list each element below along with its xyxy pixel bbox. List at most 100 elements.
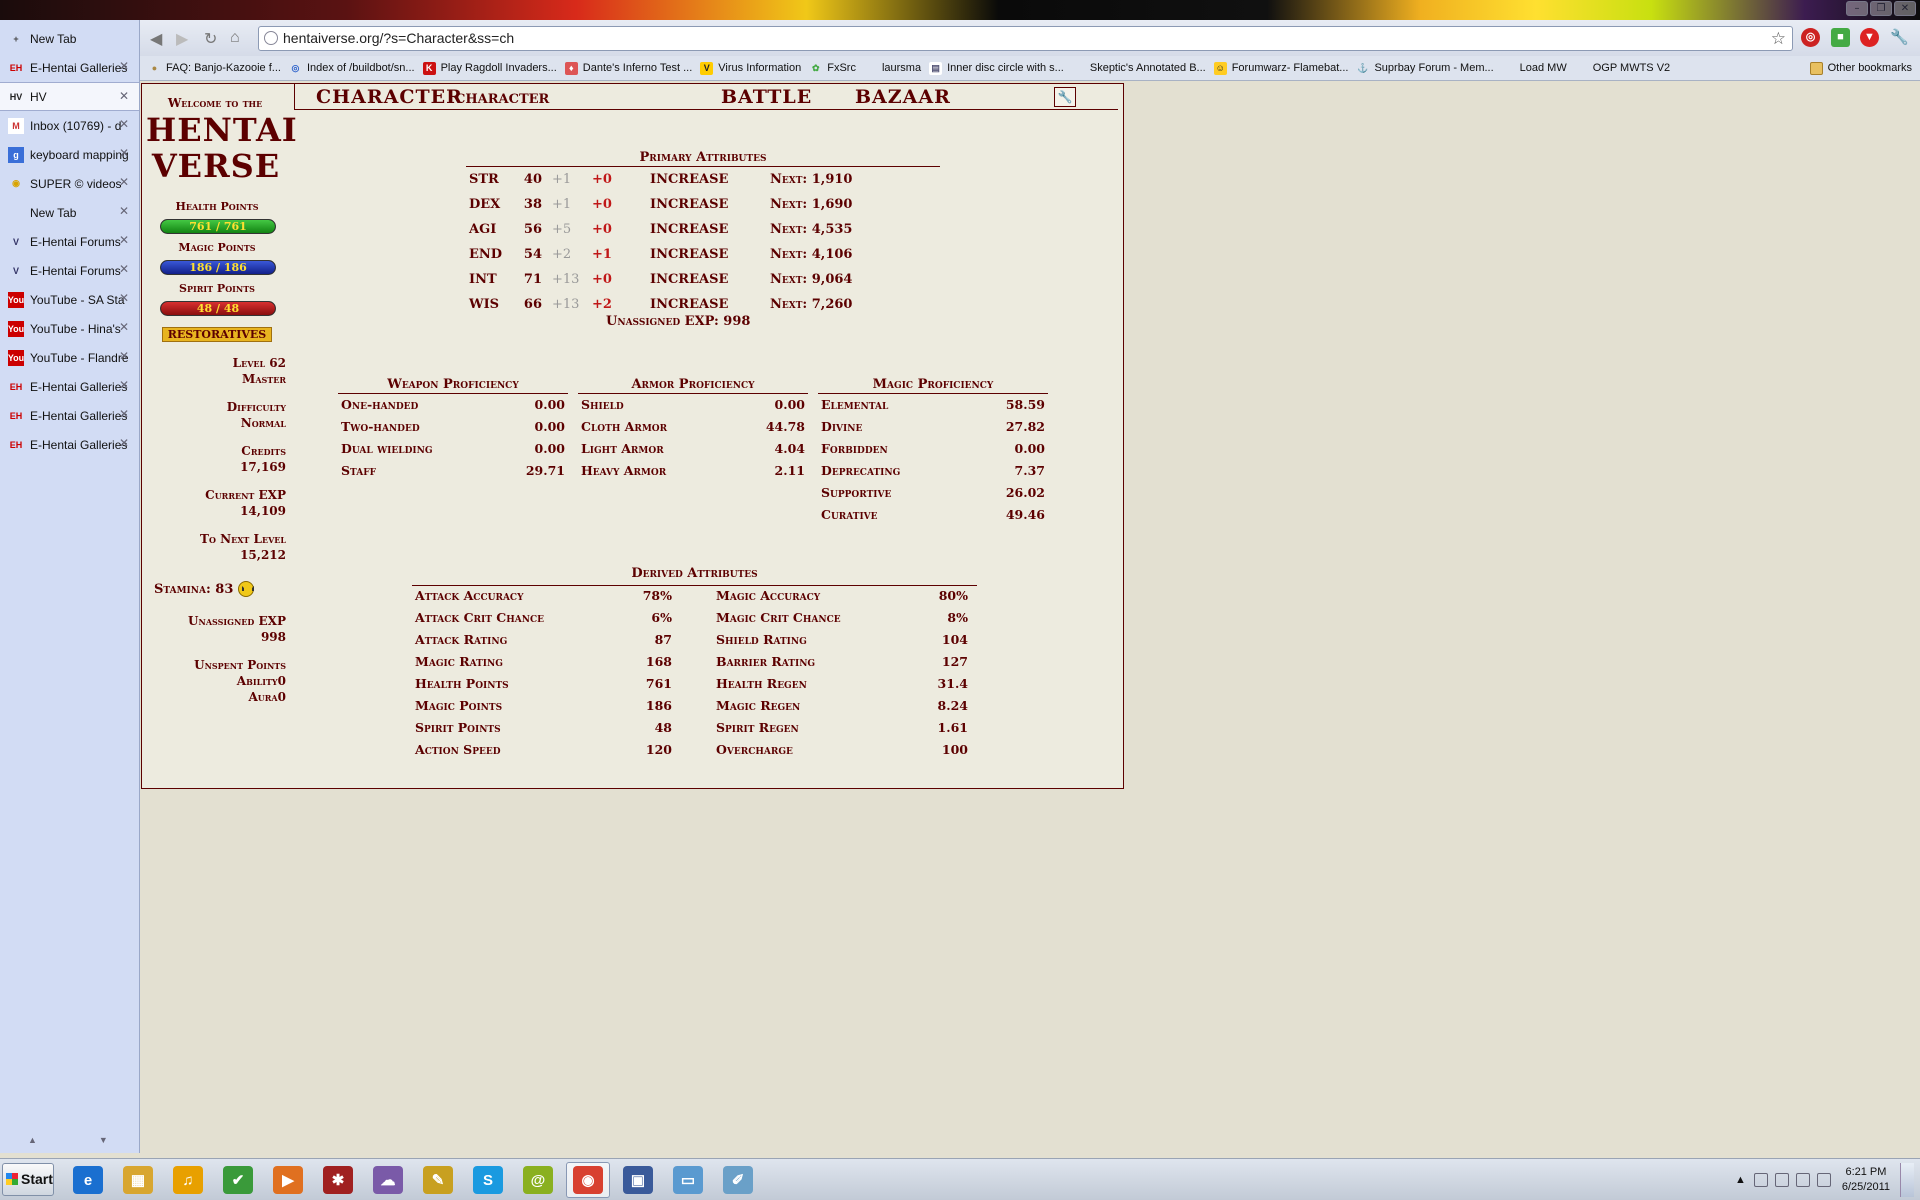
wrench-menu-icon[interactable]: 🔧 bbox=[1890, 28, 1909, 47]
tray-signal-icon[interactable] bbox=[1795, 1173, 1810, 1187]
taskbar-app-button[interactable]: ◉ bbox=[566, 1162, 610, 1198]
close-tab-icon[interactable]: ✕ bbox=[119, 436, 129, 450]
close-tab-icon[interactable]: ✕ bbox=[119, 59, 129, 73]
extension-red-shield-icon[interactable]: ▼ bbox=[1860, 28, 1879, 47]
clock[interactable]: 6:21 PM 6/25/2011 bbox=[1842, 1165, 1890, 1195]
attribute-bonus: +1 bbox=[592, 247, 612, 262]
taskbar-app-button[interactable]: ▦ bbox=[116, 1162, 160, 1198]
show-desktop-button[interactable] bbox=[1900, 1163, 1914, 1197]
close-tab-icon[interactable]: ✕ bbox=[119, 262, 129, 276]
attribute-next-cost: Next: 1,910 bbox=[770, 172, 853, 187]
forward-icon[interactable]: ▶ bbox=[176, 29, 188, 49]
back-icon[interactable]: ◀ bbox=[150, 29, 162, 49]
sidebar-tab[interactable]: HV HV ✕ bbox=[0, 82, 139, 111]
sidebar-tab[interactable]: New Tab ✕ bbox=[0, 198, 139, 227]
increase-button[interactable]: INCREASE bbox=[650, 197, 728, 212]
taskbar-app-button[interactable]: ♫ bbox=[166, 1162, 210, 1198]
adblock-extension-icon[interactable]: ◎ bbox=[1801, 28, 1820, 47]
scroll-up-icon[interactable]: ▲ bbox=[28, 1135, 37, 1145]
close-tab-icon[interactable]: ✕ bbox=[119, 175, 129, 189]
close-window-icon[interactable]: ✕ bbox=[1894, 1, 1916, 16]
minimize-icon[interactable]: – bbox=[1846, 1, 1868, 16]
close-tab-icon[interactable]: ✕ bbox=[119, 146, 129, 160]
tray-action-center-icon[interactable] bbox=[1774, 1173, 1789, 1187]
taskbar-app-button[interactable]: ▶ bbox=[266, 1162, 310, 1198]
menu-character[interactable]: CHARACTER bbox=[316, 86, 463, 108]
sidebar-tab[interactable]: You YouTube - Flandre ✕ bbox=[0, 343, 139, 372]
submenu-character[interactable]: CHARACTER bbox=[455, 92, 549, 107]
bookmark-item[interactable]: ✿ FxSrc bbox=[809, 62, 856, 75]
taskbar-app-button[interactable]: ✱ bbox=[316, 1162, 360, 1198]
taskbar-app-button[interactable]: ✔ bbox=[216, 1162, 260, 1198]
extension-green-icon[interactable]: ■ bbox=[1831, 28, 1850, 47]
derived-attributes-title: Derived Attributes bbox=[631, 566, 758, 581]
reload-icon[interactable]: ↻ bbox=[204, 29, 217, 49]
taskbar-app-button[interactable]: ✐ bbox=[716, 1162, 760, 1198]
maximize-icon[interactable]: ❐ bbox=[1870, 1, 1892, 16]
sidebar-tab[interactable]: V E-Hentai Forums ✕ bbox=[0, 256, 139, 285]
sidebar-tab[interactable]: V E-Hentai Forums ✕ bbox=[0, 227, 139, 256]
bookmark-item[interactable]: ⚓ Suprbay Forum - Mem... bbox=[1356, 62, 1493, 75]
sidebar-tab[interactable]: EH E-Hentai Galleries ✕ bbox=[0, 430, 139, 459]
sidebar-tab[interactable]: EH E-Hentai Galleries ✕ bbox=[0, 53, 139, 82]
taskbar-app-button[interactable]: S bbox=[466, 1162, 510, 1198]
derived-name-left: Magic Rating bbox=[415, 654, 503, 669]
bookmark-item[interactable]: ♦ Dante's Inferno Test ... bbox=[564, 61, 692, 75]
close-tab-icon[interactable]: ✕ bbox=[119, 378, 129, 392]
sidebar-tab[interactable]: You YouTube - SA Sta ✕ bbox=[0, 285, 139, 314]
close-tab-icon[interactable]: ✕ bbox=[119, 291, 129, 305]
increase-button[interactable]: INCREASE bbox=[650, 222, 728, 237]
other-bookmarks[interactable]: Other bookmarks bbox=[1809, 61, 1912, 75]
bookmark-item[interactable]: laursma bbox=[864, 62, 921, 75]
bookmark-item[interactable]: ▤ Inner disc circle with s... bbox=[929, 61, 1064, 75]
taskbar-app-button[interactable]: ▭ bbox=[666, 1162, 710, 1198]
sidebar-tab[interactable]: EH E-Hentai Galleries ✕ bbox=[0, 372, 139, 401]
bookmark-star-icon[interactable]: ☆ bbox=[1771, 27, 1786, 50]
bookmark-item[interactable]: OGP MWTS V2 bbox=[1575, 62, 1670, 75]
increase-button[interactable]: INCREASE bbox=[650, 297, 728, 312]
scroll-down-icon[interactable]: ▼ bbox=[99, 1135, 108, 1145]
bookmark-item[interactable]: ☺ Forumwarz- Flamebat... bbox=[1213, 61, 1348, 75]
tray-volume-icon[interactable] bbox=[1816, 1173, 1831, 1187]
start-button[interactable]: Start bbox=[2, 1163, 54, 1196]
home-icon[interactable]: ⌂ bbox=[230, 29, 240, 47]
close-tab-icon[interactable]: ✕ bbox=[119, 89, 129, 103]
taskbar-app-button[interactable]: ✎ bbox=[416, 1162, 460, 1198]
attribute-equip-bonus: +13 bbox=[552, 297, 580, 312]
tray-expand-icon[interactable]: ▲ bbox=[1735, 1174, 1746, 1186]
menu-battle[interactable]: BATTLE bbox=[721, 86, 812, 108]
sidebar-tab[interactable]: EH E-Hentai Galleries ✕ bbox=[0, 401, 139, 430]
start-label: Start bbox=[21, 1171, 53, 1187]
close-tab-icon[interactable]: ✕ bbox=[119, 320, 129, 334]
proficiency-value: 26.02 bbox=[1005, 485, 1045, 500]
sidebar-tab[interactable]: ◉ SUPER © videos ✕ bbox=[0, 169, 139, 198]
taskbar-app-button[interactable]: ▣ bbox=[616, 1162, 660, 1198]
close-tab-icon[interactable]: ✕ bbox=[119, 407, 129, 421]
increase-button[interactable]: INCREASE bbox=[650, 172, 728, 187]
sidebar-tab[interactable]: You YouTube - Hina's ✕ bbox=[0, 314, 139, 343]
sidebar-tab[interactable]: + New Tab bbox=[0, 24, 139, 53]
tray-network-icon[interactable] bbox=[1753, 1173, 1768, 1187]
increase-button[interactable]: INCREASE bbox=[650, 272, 728, 287]
restoratives-button[interactable]: RESTORATIVES bbox=[162, 327, 272, 342]
derived-attribute-row: Magic Points 186 Magic Regen 8.24 bbox=[412, 694, 977, 716]
sidebar-tab[interactable]: g keyboard mapping ✕ bbox=[0, 140, 139, 169]
close-tab-icon[interactable]: ✕ bbox=[119, 117, 129, 131]
bookmark-item[interactable]: Load MW bbox=[1502, 62, 1567, 75]
bookmark-item[interactable]: K Play Ragdoll Invaders... bbox=[422, 61, 557, 75]
bookmark-item[interactable]: ◎ Index of /buildbot/sn... bbox=[289, 62, 415, 75]
close-tab-icon[interactable]: ✕ bbox=[119, 233, 129, 247]
taskbar-app-button[interactable]: ☁ bbox=[366, 1162, 410, 1198]
address-bar[interactable]: hentaiverse.org/?s=Character&ss=ch ☆ bbox=[258, 26, 1793, 51]
increase-button[interactable]: INCREASE bbox=[650, 247, 728, 262]
menu-bazaar[interactable]: BAZAAR bbox=[855, 86, 951, 108]
sidebar-tab[interactable]: M Inbox (10769) - d ✕ bbox=[0, 111, 139, 140]
bookmark-item[interactable]: ● FAQ: Banjo-Kazooie f... bbox=[148, 62, 281, 75]
settings-wrench-icon[interactable]: 🔧 bbox=[1054, 87, 1076, 107]
close-tab-icon[interactable]: ✕ bbox=[119, 349, 129, 363]
taskbar-app-button[interactable]: e bbox=[66, 1162, 110, 1198]
bookmark-item[interactable]: V Virus Information bbox=[700, 61, 801, 75]
bookmark-item[interactable]: Skeptic's Annotated B... bbox=[1072, 62, 1206, 75]
close-tab-icon[interactable]: ✕ bbox=[119, 204, 129, 218]
taskbar-app-button[interactable]: @ bbox=[516, 1162, 560, 1198]
